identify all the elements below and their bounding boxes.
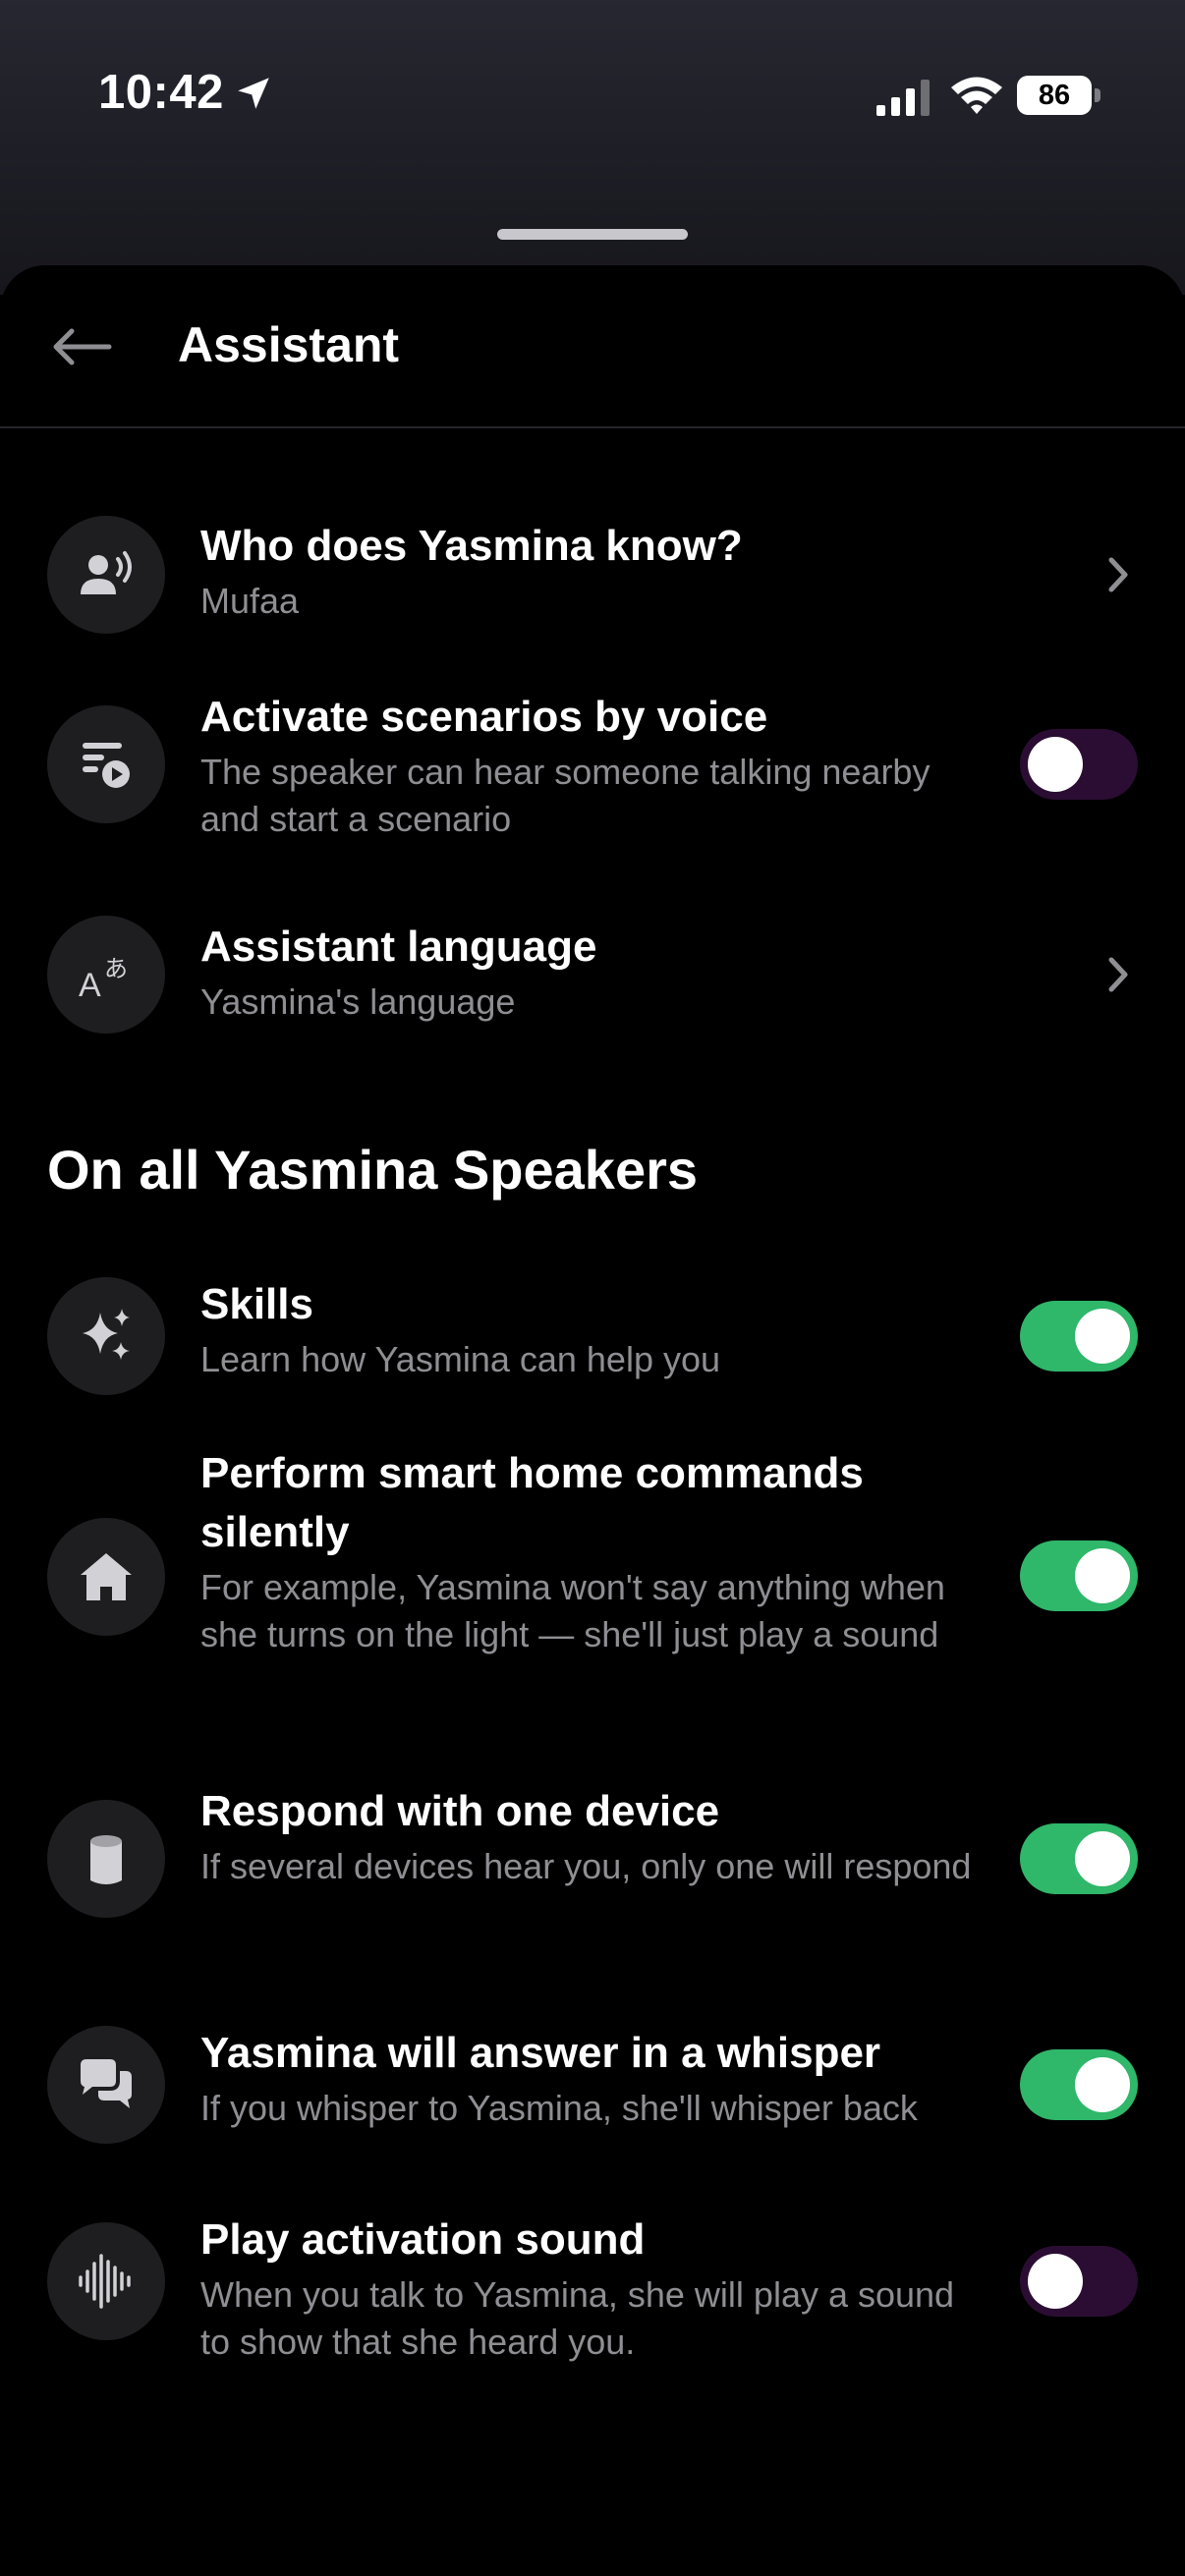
row-text: Activate scenarios by voice The speaker … <box>200 688 987 843</box>
smart-home-silent-toggle[interactable] <box>1020 1540 1138 1611</box>
toggle-knob <box>1075 1309 1130 1364</box>
battery-cap <box>1095 88 1100 102</box>
row-title: Who does Yasmina know? <box>200 522 743 570</box>
row-text: Who does Yasmina know? Mufaa <box>200 517 987 625</box>
row-subtitle: Yasmina's language <box>200 981 516 1022</box>
row-title: Assistant language <box>200 923 597 971</box>
activation-sound-toggle[interactable] <box>1020 2246 1138 2317</box>
svg-text:あ: あ <box>104 955 128 982</box>
icon-circle <box>47 705 165 823</box>
row-subtitle: If you whisper to Yasmina, she'll whispe… <box>200 2088 918 2128</box>
row-title: Yasmina will answer in a whisper <box>200 2029 881 2077</box>
row-whisper: Yasmina will answer in a whisper If you … <box>0 2014 1185 2152</box>
section-title: On all Yasmina Speakers <box>47 1139 699 1201</box>
page-title: Assistant <box>178 317 400 372</box>
language-icon: A あ <box>79 955 128 1004</box>
row-title: Activate scenarios by voice <box>200 693 768 741</box>
row-skills: Skills Learn how Yasmina can help you <box>0 1265 1185 1403</box>
row-title: Respond with one device <box>200 1787 720 1835</box>
row-subtitle: If several devices hear you, only one wi… <box>200 1846 972 1886</box>
battery-level: 86 <box>1017 76 1092 115</box>
person-voice-icon <box>81 551 132 594</box>
status-time: 10:42 <box>98 66 224 119</box>
row-subtitle: For example, Yasmina won't say anything … <box>200 1567 945 1654</box>
scenarios-voice-toggle[interactable] <box>1020 729 1138 800</box>
toggle-knob <box>1028 737 1083 792</box>
row-title: Play activation sound <box>200 2215 646 2264</box>
speaker-device-icon <box>90 1835 122 1884</box>
row-subtitle: Mufaa <box>200 581 300 621</box>
chevron-right-icon <box>1099 555 1138 594</box>
icon-circle <box>47 1277 165 1395</box>
location-arrow-icon <box>238 78 269 109</box>
row-subtitle: Learn how Yasmina can help you <box>200 1339 721 1379</box>
row-assistant-language[interactable]: A あ Assistant language Yasmina's languag… <box>0 904 1185 1051</box>
toggle-knob <box>1075 1831 1130 1886</box>
row-text: Skills Learn how Yasmina can help you <box>200 1275 987 1383</box>
chevron-right-icon <box>1099 955 1138 994</box>
cellular-signal-icon <box>876 80 930 116</box>
row-smart-home-silent: Perform smart home commands silently For… <box>0 1444 1185 1709</box>
chat-bubbles-icon <box>81 2059 132 2108</box>
row-subtitle: When you talk to Yasmina, she will play … <box>200 2274 955 2362</box>
one-device-toggle[interactable] <box>1020 1823 1138 1894</box>
row-title: Perform smart home commands silently <box>200 1449 864 1556</box>
sparkles-icon <box>83 1309 130 1360</box>
icon-circle <box>47 516 165 634</box>
battery-icon: 86 <box>1017 76 1101 115</box>
svg-text:A: A <box>79 967 101 1004</box>
row-text: Respond with one device If several devic… <box>200 1782 987 1890</box>
toggle-knob <box>1028 2254 1083 2309</box>
row-text: Assistant language Yasmina's language <box>200 918 987 1026</box>
whisper-toggle[interactable] <box>1020 2049 1138 2120</box>
skills-toggle[interactable] <box>1020 1301 1138 1372</box>
row-text: Yasmina will answer in a whisper If you … <box>200 2024 1006 2132</box>
scenario-play-icon <box>83 743 130 788</box>
row-respond-one-device: Respond with one device If several devic… <box>0 1782 1185 1959</box>
row-activation-sound: Play activation sound When you talk to Y… <box>0 2211 1185 2387</box>
icon-circle <box>47 1800 165 1918</box>
back-button[interactable] <box>39 305 124 389</box>
wifi-icon <box>951 77 1002 114</box>
row-subtitle: The speaker can hear someone talking nea… <box>200 752 931 839</box>
header: Assistant <box>0 265 1185 428</box>
icon-circle: A あ <box>47 916 165 1034</box>
sound-wave-icon <box>79 2254 131 2309</box>
row-activate-scenarios: Activate scenarios by voice The speaker … <box>0 688 1185 865</box>
assistant-settings-sheet: Assistant Who does Yasmina know? Mufaa A… <box>0 265 1185 2576</box>
row-who-does-yasmina-know[interactable]: Who does Yasmina know? Mufaa <box>0 501 1185 648</box>
icon-circle <box>47 1518 165 1636</box>
home-icon <box>81 1553 132 1600</box>
row-text: Perform smart home commands silently For… <box>200 1444 987 1658</box>
status-bar: 10:42 86 <box>0 0 1185 196</box>
arrow-left-icon <box>53 328 112 365</box>
toggle-knob <box>1075 1548 1130 1603</box>
row-title: Skills <box>200 1280 313 1328</box>
toggle-knob <box>1075 2057 1130 2112</box>
icon-circle <box>47 2026 165 2144</box>
sheet-grabber[interactable] <box>497 229 688 240</box>
icon-circle <box>47 2222 165 2340</box>
row-text: Play activation sound When you talk to Y… <box>200 2211 987 2366</box>
